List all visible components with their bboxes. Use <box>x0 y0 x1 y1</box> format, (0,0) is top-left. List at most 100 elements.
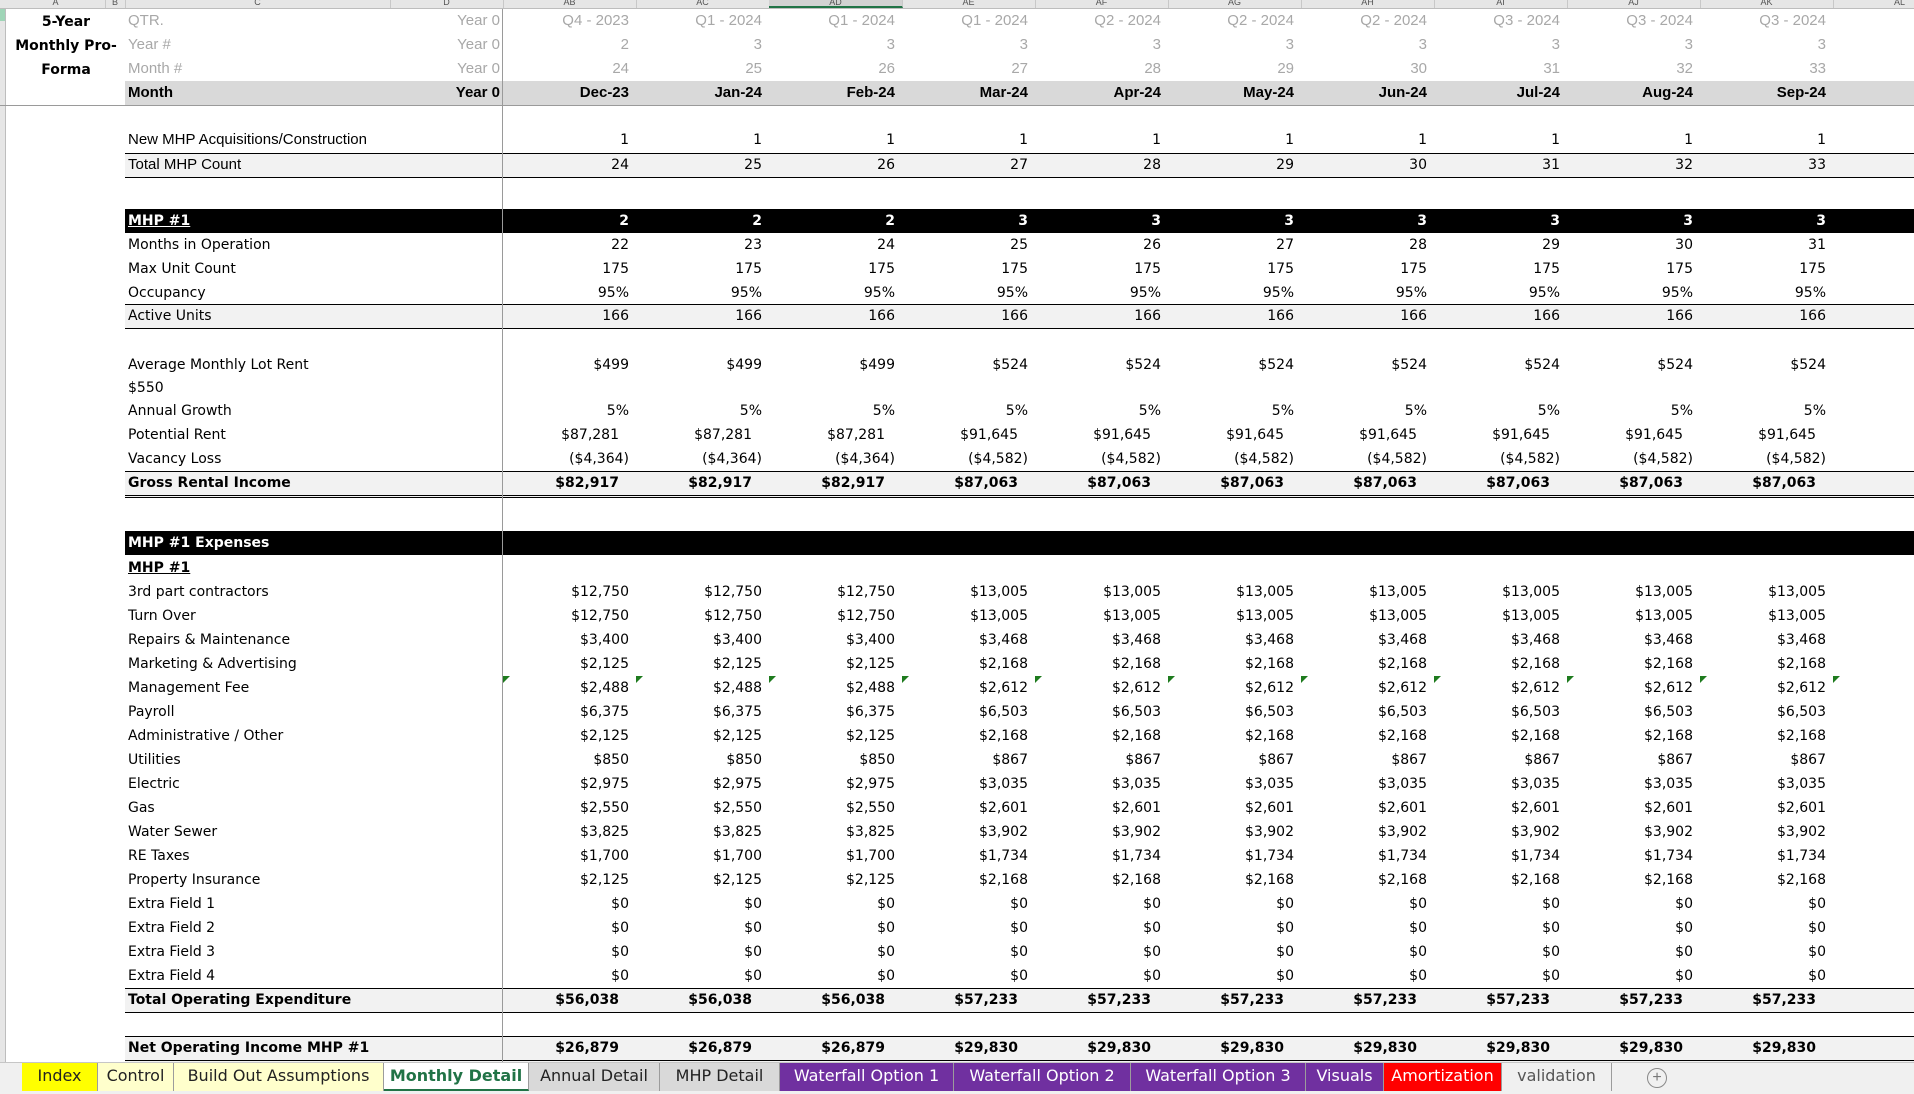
row-label[interactable]: Total MHP Count <box>128 153 498 177</box>
cell-ae[interactable]: $13,005 <box>904 604 1028 628</box>
cell-ab[interactable]: $12,750 <box>505 604 629 628</box>
formula-warning-triangle-icon[interactable] <box>636 676 643 683</box>
cell-ae[interactable]: 95% <box>904 281 1028 305</box>
row-label[interactable]: MHP #1 <box>128 556 498 580</box>
cell-ai[interactable]: $3,902 <box>1436 820 1560 844</box>
cell-ai[interactable]: 3 <box>1436 33 1560 57</box>
cell-ah[interactable]: $0 <box>1303 916 1427 940</box>
cell-ah[interactable]: $2,601 <box>1303 796 1427 820</box>
cell-af[interactable]: $2,601 <box>1037 796 1161 820</box>
row-label[interactable]: 3rd part contractors <box>128 580 498 604</box>
cell-ac[interactable]: $499 <box>638 353 762 377</box>
cell-af[interactable]: 5% <box>1037 399 1161 423</box>
row-label[interactable]: MHP #1 Expenses <box>128 531 498 555</box>
cell-ag[interactable]: $867 <box>1170 748 1294 772</box>
row-label[interactable]: Month <box>128 81 378 105</box>
cell-af[interactable]: $13,005 <box>1037 604 1161 628</box>
cell-ai[interactable]: $91,645 <box>1426 423 1550 447</box>
cell-ad[interactable]: $0 <box>771 940 895 964</box>
cell-ab[interactable]: ($4,364) <box>505 447 629 471</box>
cell-ab[interactable]: 24 <box>505 153 629 177</box>
cell-ak[interactable]: $13,005 <box>1702 604 1826 628</box>
formula-warning-triangle-icon[interactable] <box>1035 676 1042 683</box>
cell-al[interactable]: $2 <box>1825 1036 1914 1060</box>
cell-ag[interactable]: $0 <box>1170 940 1294 964</box>
cell-af[interactable]: $2,612 <box>1037 676 1161 700</box>
cell-aj[interactable]: $3,468 <box>1569 628 1693 652</box>
cell-ab[interactable]: 175 <box>505 257 629 281</box>
cell-ag[interactable]: $3,902 <box>1170 820 1294 844</box>
cell-ab[interactable]: $12,750 <box>505 580 629 604</box>
cell-af[interactable] <box>1037 376 1161 400</box>
cell-ak[interactable]: $3,035 <box>1702 772 1826 796</box>
column-header-b[interactable]: B <box>105 0 126 8</box>
cell-ae[interactable]: 5% <box>904 399 1028 423</box>
cell-ad[interactable]: 175 <box>771 257 895 281</box>
cell-ad[interactable]: $2,125 <box>771 868 895 892</box>
cell-ad[interactable]: $2,488 <box>771 676 895 700</box>
cell-al[interactable]: O <box>1835 81 1914 105</box>
cell-ak[interactable]: $6,503 <box>1702 700 1826 724</box>
row-label[interactable]: Extra Field 2 <box>128 916 498 940</box>
cell-aj[interactable]: 3 <box>1569 33 1693 57</box>
cell-ae[interactable]: 175 <box>904 257 1028 281</box>
cell-ai[interactable]: $0 <box>1436 940 1560 964</box>
formula-warning-triangle-icon[interactable] <box>1567 676 1574 683</box>
cell-ak[interactable]: 33 <box>1702 153 1826 177</box>
cell-ac[interactable]: $56,038 <box>628 988 752 1012</box>
cell-ah[interactable]: Q2 - 2024 <box>1303 9 1427 33</box>
cell-ae[interactable]: ($4,582) <box>904 447 1028 471</box>
row-label[interactable]: Gross Rental Income <box>128 471 498 495</box>
cell-af[interactable]: $524 <box>1037 353 1161 377</box>
cell-ak[interactable]: 166 <box>1702 304 1826 328</box>
add-sheet-plus-icon[interactable]: + <box>1647 1068 1667 1088</box>
cell-ak[interactable]: $0 <box>1702 916 1826 940</box>
cell-ab[interactable]: Dec-23 <box>505 81 629 105</box>
cell-ac[interactable]: $2,125 <box>638 724 762 748</box>
cell-ae[interactable]: $1,734 <box>904 844 1028 868</box>
cell-ai[interactable]: $2,168 <box>1436 868 1560 892</box>
cell-af[interactable]: $867 <box>1037 748 1161 772</box>
cell-ah[interactable]: $13,005 <box>1303 604 1427 628</box>
cell-ag[interactable]: $1,734 <box>1170 844 1294 868</box>
row-label[interactable]: $550 <box>128 376 498 400</box>
cell-ab[interactable]: 22 <box>505 233 629 257</box>
cell-ag[interactable]: $0 <box>1170 964 1294 988</box>
cell-ae[interactable]: $524 <box>904 353 1028 377</box>
cell-aj[interactable]: $6,503 <box>1569 700 1693 724</box>
cell-af[interactable]: $2,168 <box>1037 868 1161 892</box>
column-header-ab[interactable]: AB <box>503 0 637 8</box>
row-label[interactable]: Potential Rent <box>128 423 498 447</box>
row-label[interactable]: Gas <box>128 796 498 820</box>
cell-ah[interactable]: 30 <box>1303 57 1427 81</box>
cell-ac[interactable]: $12,750 <box>638 604 762 628</box>
row-label[interactable]: Extra Field 1 <box>128 892 498 916</box>
cell-aj[interactable]: $2,612 <box>1569 676 1693 700</box>
cell-al[interactable] <box>1835 748 1914 772</box>
row-label[interactable]: Turn Over <box>128 604 498 628</box>
cell-ab[interactable]: 24 <box>505 57 629 81</box>
cell-ab[interactable]: 2 <box>505 209 629 233</box>
formula-warning-triangle-icon[interactable] <box>1168 676 1175 683</box>
cell-ac[interactable]: $87,281 <box>628 423 752 447</box>
row-label[interactable]: Max Unit Count <box>128 257 498 281</box>
cell-ak[interactable]: 33 <box>1702 57 1826 81</box>
cell-ai[interactable]: $524 <box>1436 353 1560 377</box>
cell-ac[interactable]: $3,825 <box>638 820 762 844</box>
sheet-tab-mhp-detail[interactable]: MHP Detail <box>660 1063 780 1091</box>
cell-ag[interactable]: $0 <box>1170 916 1294 940</box>
cell-al[interactable]: ($ <box>1835 447 1914 471</box>
cell-ah[interactable]: $867 <box>1303 748 1427 772</box>
cell-ak[interactable]: 3 <box>1702 209 1826 233</box>
cell-ag[interactable]: $2,168 <box>1170 724 1294 748</box>
cell-ab[interactable]: $82,917 <box>495 471 619 495</box>
cell-af[interactable]: 3 <box>1037 33 1161 57</box>
cell-ai[interactable]: $87,063 <box>1426 471 1550 495</box>
cell-ak[interactable]: 95% <box>1702 281 1826 305</box>
row-label[interactable]: Repairs & Maintenance <box>128 628 498 652</box>
cell-ak[interactable]: $87,063 <box>1692 471 1816 495</box>
cell-ae[interactable]: 1 <box>904 128 1028 152</box>
cell-aj[interactable]: 30 <box>1569 233 1693 257</box>
cell-ak[interactable]: $2,168 <box>1702 868 1826 892</box>
sheet-tab-annual-detail[interactable]: Annual Detail <box>529 1063 660 1091</box>
